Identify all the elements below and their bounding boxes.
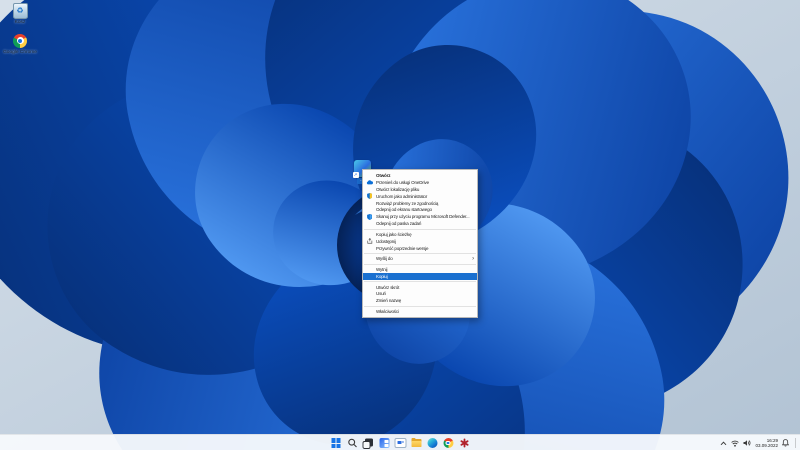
menu-item-label: Odepnij od ekranu startowego bbox=[376, 207, 432, 213]
taskbar-button-red-app[interactable] bbox=[458, 437, 471, 450]
context-menu-item[interactable]: Udostępnij bbox=[363, 238, 477, 245]
taskbar-button-file-explorer[interactable] bbox=[410, 437, 423, 450]
menu-item-label: Rozwiąż problemy ze zgodnością bbox=[376, 200, 439, 206]
file-explorer-icon bbox=[411, 437, 421, 447]
defender-shield-slot bbox=[363, 213, 376, 220]
menu-separator bbox=[364, 228, 476, 230]
context-menu-item[interactable]: Właściwości bbox=[363, 308, 477, 315]
context-menu-item[interactable]: Rozwiąż problemy ze zgodnością bbox=[363, 200, 477, 207]
menu-item-label: Zmień nazwę bbox=[376, 298, 402, 304]
menu-separator bbox=[364, 252, 476, 254]
hidden-icons-chevron-icon[interactable] bbox=[720, 440, 727, 446]
taskbar-button-chat[interactable] bbox=[394, 437, 407, 450]
menu-item-label: Utwórz skrót bbox=[376, 284, 400, 290]
onedrive-cloud-icon bbox=[366, 180, 373, 185]
menu-item-label: Przenieś do usługi OneDrive bbox=[376, 179, 429, 185]
menu-item-label: Otwórz bbox=[376, 172, 391, 178]
taskbar-button-chrome[interactable] bbox=[442, 437, 455, 450]
context-menu-item[interactable]: Usuń bbox=[363, 290, 477, 297]
taskbar-button-task-view[interactable] bbox=[362, 437, 375, 450]
red-app-icon bbox=[459, 438, 469, 448]
context-menu-item[interactable]: Wyślij do › bbox=[363, 255, 477, 262]
menu-separator bbox=[364, 281, 476, 283]
desktop-icon-list: ♻ Kosz Google Chrome bbox=[1, 3, 39, 62]
show-desktop-button[interactable] bbox=[795, 438, 798, 448]
menu-item-label: Uruchom jako administrator bbox=[376, 193, 428, 199]
taskbar-button-widgets[interactable] bbox=[378, 437, 391, 450]
context-menu-item[interactable]: Kopiuj bbox=[363, 272, 477, 280]
context-menu-item[interactable]: Utwórz skrót bbox=[363, 284, 477, 291]
chat-icon bbox=[394, 438, 406, 448]
onedrive-cloud-slot bbox=[363, 180, 376, 185]
context-menu-item[interactable]: Wytnij bbox=[363, 266, 477, 273]
recycle-bin-icon: ♻ bbox=[12, 3, 28, 19]
volume-icon[interactable] bbox=[743, 439, 751, 447]
taskbar: 16:29 03.09.2022 bbox=[0, 434, 800, 450]
chrome-taskbar-icon bbox=[443, 438, 453, 448]
edge-icon bbox=[427, 438, 437, 448]
menu-separator bbox=[364, 263, 476, 265]
task-view-icon bbox=[362, 438, 373, 449]
taskbar-button-edge[interactable] bbox=[426, 437, 439, 450]
system-tray: 16:29 03.09.2022 bbox=[720, 435, 798, 450]
context-menu: Otwórz Przenieś do usługi OneDrive Otwórz … bbox=[362, 169, 478, 318]
shortcut-arrow-icon: ↗ bbox=[352, 172, 359, 178]
taskbar-center-icons bbox=[330, 435, 471, 450]
start-icon bbox=[331, 438, 341, 448]
taskbar-button-start[interactable] bbox=[330, 437, 343, 450]
clock-date: 03.09.2022 bbox=[755, 443, 778, 448]
taskbar-clock[interactable]: 16:29 03.09.2022 bbox=[755, 438, 778, 448]
desktop-icon-label: Kosz bbox=[14, 20, 26, 25]
context-menu-item[interactable]: Otwórz bbox=[363, 172, 477, 179]
context-menu-item[interactable]: Kopiuj jako ścieżkę bbox=[363, 231, 477, 238]
context-menu-item[interactable]: Odepnij od ekranu startowego bbox=[363, 206, 477, 213]
notification-bell-icon[interactable] bbox=[782, 439, 789, 447]
menu-item-label: Kopiuj bbox=[376, 273, 388, 279]
submenu-chevron-icon: › bbox=[472, 255, 474, 262]
menu-item-label: Przywróć poprzednie wersje bbox=[376, 245, 429, 251]
windows-desktop: ♻KoszGoogle Chrome ↗ ··· OtwórzPrzenieś … bbox=[0, 0, 800, 450]
context-menu-item[interactable]: Przywróć poprzednie wersje bbox=[363, 245, 477, 252]
menu-item-label: Skanuj przy użyciu programu Microsoft De… bbox=[376, 214, 470, 220]
menu-item-label: Otwórz lokalizację pliku bbox=[376, 186, 420, 192]
context-menu-item[interactable]: Uruchom jako administrator bbox=[363, 193, 477, 200]
desktop-icon-google-chrome[interactable]: Google Chrome bbox=[1, 33, 39, 56]
menu-item-label: Udostępnij bbox=[376, 238, 396, 244]
uac-shield-slot bbox=[363, 193, 376, 200]
uac-shield-icon bbox=[366, 193, 373, 200]
menu-separator bbox=[364, 305, 476, 307]
share-icon bbox=[366, 238, 372, 244]
wifi-icon[interactable] bbox=[731, 440, 740, 447]
context-menu-item[interactable]: Otwórz lokalizację pliku bbox=[363, 186, 477, 193]
menu-item-label: Wytnij bbox=[376, 266, 388, 272]
menu-item-label: Właściwości bbox=[376, 308, 399, 314]
chrome-icon bbox=[13, 33, 27, 48]
defender-shield-icon bbox=[366, 213, 373, 220]
menu-item-label: Kopiuj jako ścieżkę bbox=[376, 231, 412, 237]
menu-item-label: Usuń bbox=[376, 291, 386, 297]
context-menu-item[interactable]: Skanuj przy użyciu programu Microsoft De… bbox=[363, 213, 477, 220]
taskbar-button-search[interactable] bbox=[346, 437, 359, 450]
desktop-icon-label: Google Chrome bbox=[3, 49, 37, 55]
search-icon bbox=[347, 438, 357, 448]
menu-item-label: Odepnij od paska zadań bbox=[376, 221, 422, 227]
desktop-icon-recycle-bin[interactable]: ♻ Kosz bbox=[1, 3, 39, 26]
widgets-icon bbox=[379, 438, 389, 448]
menu-item-label: Wyślij do bbox=[376, 256, 393, 262]
context-menu-item[interactable]: Przenieś do usługi OneDrive bbox=[363, 179, 477, 186]
context-menu-item[interactable]: Zmień nazwę bbox=[363, 297, 477, 304]
share-slot bbox=[363, 238, 376, 244]
context-menu-item[interactable]: Odepnij od paska zadań bbox=[363, 220, 477, 227]
